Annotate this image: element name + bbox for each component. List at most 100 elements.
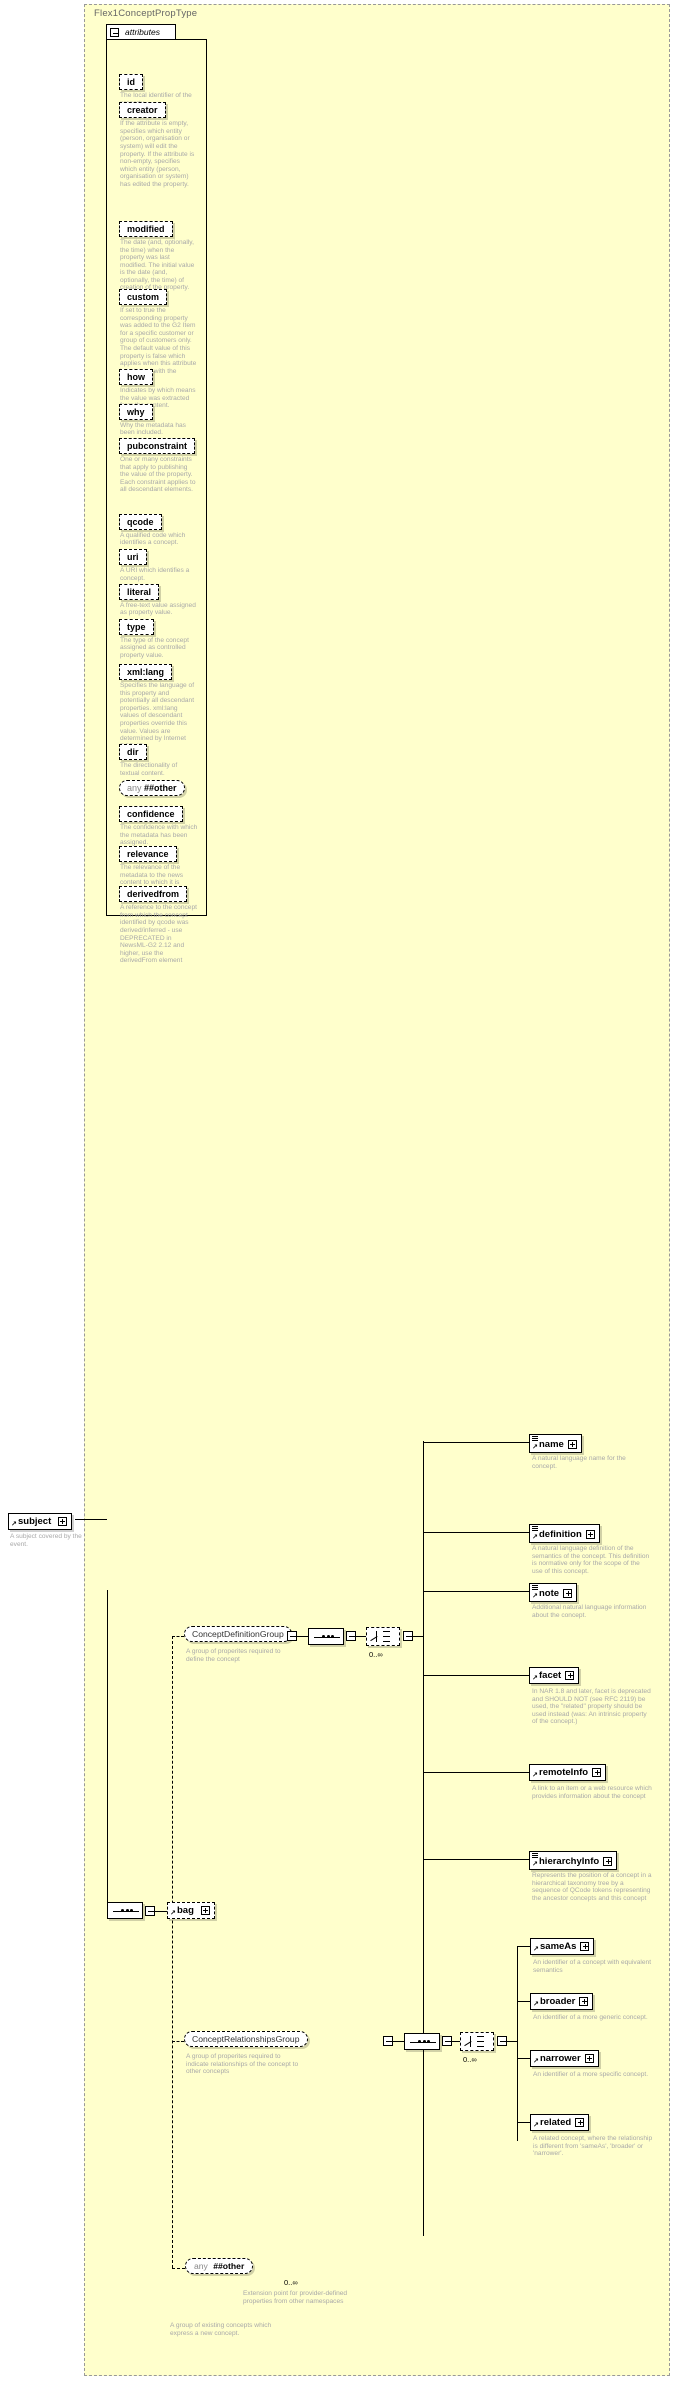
collapse-definition-choice-icon[interactable] xyxy=(403,1631,413,1641)
attribute-confidence[interactable]: confidence xyxy=(119,806,183,823)
element-ref-arrow-icon: ↗ xyxy=(532,1593,538,1600)
group-conceptdefinitiongroup[interactable]: ConceptDefinitionGroup xyxy=(184,1626,292,1642)
element-sameAs[interactable]: ↗ sameAs xyxy=(530,1938,595,1955)
attribute-row: creator If the attribute is empty, specif… xyxy=(106,100,207,188)
documentation-icon xyxy=(532,1436,538,1441)
expand-name-icon[interactable] xyxy=(567,1439,577,1449)
definition-group-sequence-connector[interactable] xyxy=(308,1628,344,1645)
expand-bag-icon[interactable] xyxy=(200,1905,210,1915)
element-ref-arrow-icon: ↗ xyxy=(532,1534,538,1541)
connector-line xyxy=(423,1591,529,1592)
attribute-id[interactable]: id xyxy=(119,74,143,91)
element-ref-arrow-icon: ↗ xyxy=(532,1675,538,1682)
expand-facet-icon[interactable] xyxy=(565,1670,575,1680)
expand-narrower-icon[interactable] xyxy=(584,2053,594,2063)
expand-related-icon[interactable] xyxy=(575,2117,585,2127)
connector-line xyxy=(452,2041,460,2042)
connector-line xyxy=(356,1636,366,1637)
element-facet[interactable]: ↗ facet xyxy=(529,1667,580,1684)
main-sequence-connector[interactable] xyxy=(107,1902,143,1919)
attribute-derivedfrom[interactable]: derivedfrom xyxy=(119,886,188,903)
collapse-relationships-group-icon[interactable] xyxy=(383,2036,393,2046)
expand-remoteInfo-icon[interactable] xyxy=(592,1767,602,1777)
extension-point-any-other[interactable]: any ##other xyxy=(185,2258,254,2274)
relationships-group-choice-connector[interactable] xyxy=(460,2032,494,2051)
expand-note-icon[interactable] xyxy=(563,1588,573,1598)
group-conceptrelationshipsgroup-label: ConceptRelationshipsGroup xyxy=(192,2034,300,2044)
element-definition-desc: A natural language definition of the sem… xyxy=(532,1545,650,1575)
attribute-type[interactable]: type xyxy=(119,618,154,635)
element-bag-desc: A group of existing concepts which expre… xyxy=(170,2322,272,2337)
attribute-row: pubconstraint One or many constraints tha… xyxy=(106,436,207,494)
element-name-label: name xyxy=(539,1439,564,1450)
attribute-desc: The directionality of textual content. xyxy=(120,762,178,777)
element-remoteInfo-label: remoteInfo xyxy=(539,1767,589,1778)
element-broader-label: broader xyxy=(540,1996,576,2007)
element-name[interactable]: ↗ name xyxy=(529,1434,582,1453)
attribute-any-other[interactable]: any ##other xyxy=(119,779,185,796)
collapse-relationships-choice-icon[interactable] xyxy=(497,2036,507,2046)
attribute-uri[interactable]: uri xyxy=(119,549,147,566)
element-bag[interactable]: ↗ bag xyxy=(167,1902,215,1919)
main-spine-vertical xyxy=(107,1590,108,1910)
expand-broader-icon[interactable] xyxy=(579,1996,589,2006)
attribute-desc: One or many constraints that apply to pu… xyxy=(120,455,196,494)
collapse-relationships-sequence-icon[interactable] xyxy=(442,2036,452,2046)
element-narrower[interactable]: ↗ narrower xyxy=(530,2050,599,2067)
element-bag-label: bag xyxy=(177,1905,194,1916)
attribute-row: xml:lang Specifies the language of this p… xyxy=(106,662,207,750)
attribute-row: why Why the metadata has been included. xyxy=(106,402,207,437)
attribute-desc: The date (and, optionally, the time) whe… xyxy=(120,238,195,292)
connector-line xyxy=(155,1911,167,1912)
element-definition[interactable]: ↗ definition xyxy=(529,1524,600,1543)
attributes-compartment-header[interactable]: attributes xyxy=(106,24,176,39)
element-note[interactable]: ↗ note xyxy=(529,1583,578,1602)
element-subject[interactable]: ↗ subject xyxy=(8,1513,72,1530)
attribute-pubconstraint[interactable]: pubconstraint xyxy=(119,437,195,454)
element-ref-arrow-icon: ↗ xyxy=(532,1861,538,1868)
element-note-label: note xyxy=(539,1588,560,1599)
collapse-definition-group-icon[interactable] xyxy=(287,1631,297,1641)
attribute-why[interactable]: why xyxy=(119,403,153,420)
definition-group-choice-connector[interactable] xyxy=(366,1627,400,1646)
element-ref-arrow-icon: ↗ xyxy=(170,1910,176,1917)
expand-definition-icon[interactable] xyxy=(585,1529,595,1539)
element-related-desc: A related concept, where the relationshi… xyxy=(533,2135,653,2158)
group-conceptrelationshipsgroup-desc: A group of properites required to indica… xyxy=(186,2053,299,2076)
attribute-literal[interactable]: literal xyxy=(119,583,160,600)
element-ref-arrow-icon: ↗ xyxy=(11,1521,17,1528)
attributes-label: attributes xyxy=(125,27,160,37)
attribute-dir[interactable]: dir xyxy=(119,744,147,761)
element-facet-desc: In NAR 1.8 and later, facet is deprecate… xyxy=(532,1688,651,1726)
collapse-attributes-icon[interactable] xyxy=(110,28,119,37)
attribute-relevance[interactable]: relevance xyxy=(119,846,177,863)
connector-to-relationships-group xyxy=(172,2041,184,2042)
attribute-desc: A free-text value assigned as property v… xyxy=(120,601,196,617)
connector-subject-to-type xyxy=(75,1519,107,1520)
attribute-row: dir The directionality of textual content… xyxy=(106,742,207,777)
main-sequence-collapse-icon[interactable] xyxy=(145,1906,155,1916)
attribute-creator[interactable]: creator xyxy=(119,102,166,119)
element-narrower-label: narrower xyxy=(540,2053,581,2064)
group-conceptrelationshipsgroup[interactable]: ConceptRelationshipsGroup xyxy=(184,2031,308,2047)
element-definition-label: definition xyxy=(539,1529,582,1540)
collapse-definition-sequence-icon[interactable] xyxy=(346,1631,356,1641)
expand-subject-icon[interactable] xyxy=(57,1516,67,1526)
attribute-qcode[interactable]: qcode xyxy=(119,513,162,530)
attribute-row: any ##other xyxy=(106,778,207,796)
attribute-custom[interactable]: custom xyxy=(119,288,168,305)
attribute-xml-lang[interactable]: xml:lang xyxy=(119,663,173,680)
extension-point-namespace: ##other xyxy=(213,2261,245,2271)
element-broader[interactable]: ↗ broader xyxy=(530,1993,594,2010)
element-hierarchyInfo[interactable]: ↗ hierarchyInfo xyxy=(529,1851,618,1870)
element-ref-arrow-icon: ↗ xyxy=(533,2122,539,2129)
element-related[interactable]: ↗ related xyxy=(530,2114,590,2131)
element-remoteInfo[interactable]: ↗ remoteInfo xyxy=(529,1764,607,1781)
relationships-group-sequence-connector[interactable] xyxy=(404,2033,440,2050)
attribute-modified[interactable]: modified xyxy=(119,220,173,237)
expand-hierarchyInfo-icon[interactable] xyxy=(603,1856,613,1866)
connector-line xyxy=(423,1772,529,1773)
type-name-label: Flex1ConceptPropType xyxy=(94,8,198,19)
attribute-how[interactable]: how xyxy=(119,369,153,386)
expand-sameAs-icon[interactable] xyxy=(580,1941,590,1951)
